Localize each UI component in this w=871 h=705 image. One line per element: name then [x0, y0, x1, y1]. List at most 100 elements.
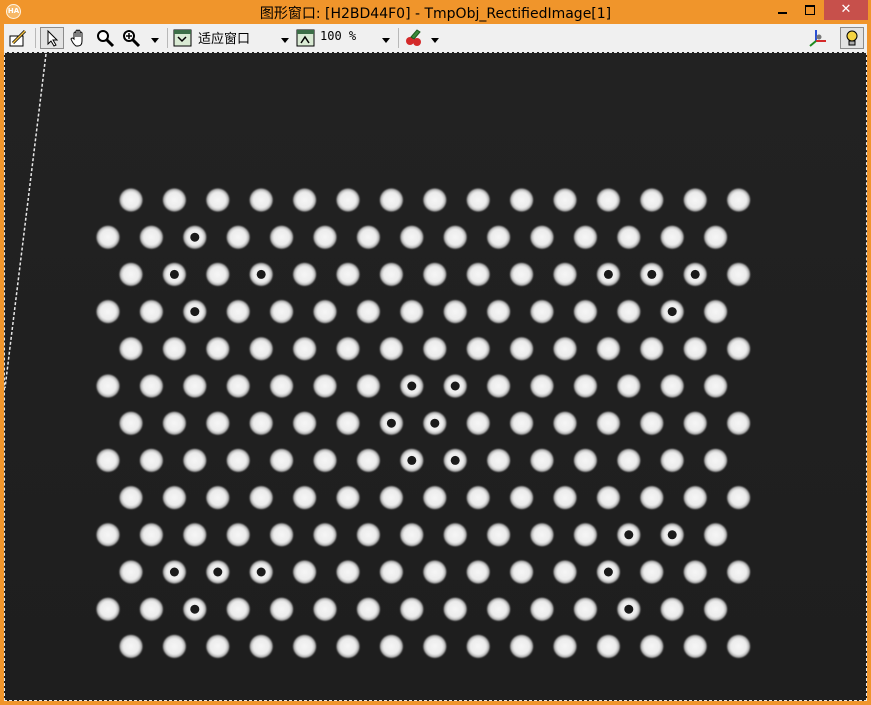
calibration-dot	[313, 523, 337, 547]
calibration-dot	[139, 225, 163, 249]
toolbar-separator	[35, 28, 36, 48]
calibration-dot	[249, 337, 273, 361]
calibration-dot	[660, 225, 684, 249]
calibration-dot	[617, 374, 641, 398]
calibration-dot	[683, 337, 707, 361]
calibration-dot	[727, 486, 751, 510]
ring-marker-hole	[667, 530, 677, 540]
calibration-dot	[596, 337, 620, 361]
calibration-dot	[119, 486, 143, 510]
color-dropdown-arrow-icon[interactable]	[431, 38, 439, 43]
calibration-dot	[249, 634, 273, 658]
calibration-dot	[553, 188, 577, 212]
ring-marker-hole	[190, 604, 200, 614]
ring-marker-hole	[407, 455, 417, 465]
calibration-dot	[423, 560, 447, 584]
calibration-dot	[162, 337, 186, 361]
calibration-dot	[400, 225, 424, 249]
calibration-dot	[270, 448, 294, 472]
pointer-tool-button[interactable]	[40, 27, 64, 49]
zoom-mode-dropdown-arrow-icon[interactable]	[281, 38, 289, 43]
calibration-dot	[596, 634, 620, 658]
zoom-in-icon	[123, 30, 141, 48]
title-bar[interactable]: HA 图形窗口: [H2BD44F0] - TmpObj_RectifiedIm…	[0, 0, 871, 24]
calibration-dot	[573, 523, 597, 547]
calibration-dot	[640, 634, 664, 658]
minimize-button[interactable]	[768, 0, 796, 20]
calibration-dot	[139, 300, 163, 324]
zoom-percent-select[interactable]: 100 %	[320, 29, 356, 43]
zoom-mode-select[interactable]: 适应窗口	[198, 28, 250, 47]
calibration-dot	[530, 448, 554, 472]
calibration-dot	[336, 486, 360, 510]
calibration-dot	[206, 337, 230, 361]
calibration-dot	[487, 448, 511, 472]
calibration-dot	[530, 597, 554, 621]
calibration-dot	[553, 634, 577, 658]
zoom-in-button[interactable]	[120, 27, 144, 49]
calibration-dot	[443, 523, 467, 547]
calibration-dot	[162, 634, 186, 658]
calibration-dot	[727, 634, 751, 658]
calibration-dot	[206, 411, 230, 435]
image-window: HA 图形窗口: [H2BD44F0] - TmpObj_RectifiedIm…	[0, 0, 871, 705]
magnifier-button[interactable]	[94, 27, 118, 49]
calibration-dot	[96, 300, 120, 324]
color-paint-icon	[406, 29, 421, 46]
calibration-dot	[293, 262, 317, 286]
calibration-dot	[573, 225, 597, 249]
calibration-dot	[119, 188, 143, 212]
calibration-dot	[704, 300, 728, 324]
calibration-dot	[510, 486, 534, 510]
zoom-level-icon	[296, 29, 315, 47]
ring-marker-hole	[624, 604, 634, 614]
ring-marker-hole	[386, 418, 396, 428]
lightbulb-button[interactable]	[840, 27, 864, 49]
calibration-dot	[379, 486, 403, 510]
hand-pan-button[interactable]	[68, 27, 92, 49]
image-canvas[interactable]	[4, 52, 867, 701]
fit-window-button[interactable]	[172, 27, 196, 49]
calibration-dot	[119, 560, 143, 584]
calibration-dot	[596, 411, 620, 435]
zoom-dropdown-arrow-icon[interactable]	[151, 38, 159, 43]
zoom-level-button[interactable]	[295, 27, 319, 49]
calibration-dot	[487, 225, 511, 249]
calibration-dot	[293, 486, 317, 510]
axes-3d-button[interactable]	[807, 27, 831, 49]
ring-marker-hole	[667, 307, 677, 317]
calibration-dot	[226, 225, 250, 249]
zoom-percent-dropdown-arrow-icon[interactable]	[382, 38, 390, 43]
pointer-icon	[47, 29, 59, 47]
calibration-dot	[573, 300, 597, 324]
calibration-dot	[727, 411, 751, 435]
calibration-dot	[293, 560, 317, 584]
calibration-dot	[356, 597, 380, 621]
calibration-dot	[553, 486, 577, 510]
calibration-dot	[510, 188, 534, 212]
calibration-dot	[487, 300, 511, 324]
ring-marker-hole	[190, 307, 200, 317]
calibration-dot	[139, 597, 163, 621]
close-button[interactable]: ✕	[824, 0, 868, 20]
ring-marker-hole	[256, 269, 266, 279]
calibration-dot	[400, 523, 424, 547]
ring-marker-hole	[690, 269, 700, 279]
maximize-button[interactable]	[796, 0, 824, 20]
calibration-dot	[119, 337, 143, 361]
calibration-dot	[379, 188, 403, 212]
calibration-dot	[293, 634, 317, 658]
calibration-dot	[270, 225, 294, 249]
calibration-dot	[423, 337, 447, 361]
calibration-dot	[270, 374, 294, 398]
calibration-dot	[510, 411, 534, 435]
color-paint-button[interactable]	[403, 27, 427, 49]
calibration-dot	[162, 411, 186, 435]
calibration-dot	[226, 448, 250, 472]
calibration-dot	[293, 337, 317, 361]
hand-pan-icon	[70, 29, 83, 47]
calibration-dot	[119, 262, 143, 286]
minimize-icon	[778, 12, 787, 14]
calibration-dot	[530, 523, 554, 547]
edit-tool-button[interactable]	[7, 27, 31, 49]
